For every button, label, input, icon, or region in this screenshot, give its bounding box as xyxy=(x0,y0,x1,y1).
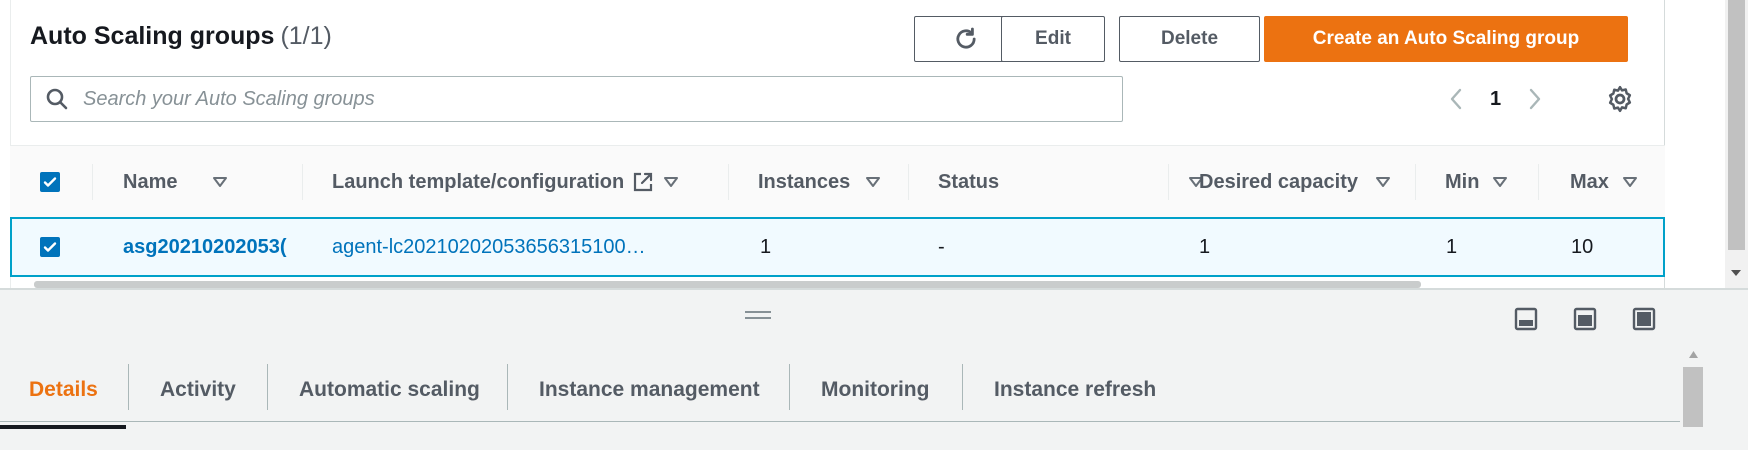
column-header-max[interactable]: Max xyxy=(1570,146,1637,218)
column-label: Status xyxy=(938,170,1000,193)
active-tab-indicator xyxy=(0,425,126,429)
column-label: Name xyxy=(123,170,178,193)
tab-separator xyxy=(267,364,268,410)
detail-tabs: Details Activity Automatic scaling Insta… xyxy=(0,358,1680,422)
tab-activity[interactable]: Activity xyxy=(160,358,236,422)
row-checkbox[interactable] xyxy=(40,219,60,275)
external-link-icon xyxy=(634,172,653,192)
caret-down-icon xyxy=(1622,177,1637,187)
column-separator xyxy=(92,164,93,200)
edit-button[interactable]: Edit xyxy=(1001,16,1105,62)
pagination: 1 xyxy=(1444,84,1547,114)
page-title: Auto Scaling groups (1/1) xyxy=(30,22,332,51)
delete-button[interactable]: Delete xyxy=(1119,16,1260,62)
split-panel: Details Activity Automatic scaling Insta… xyxy=(0,290,1748,450)
column-label: Desired capacity xyxy=(1199,170,1358,193)
split-panel-scrollbar-thumb[interactable] xyxy=(1683,367,1703,427)
table-row[interactable]: asg20210202053( agent-lc2021020205365631… xyxy=(10,217,1665,277)
column-label: Instances xyxy=(758,170,851,193)
column-label: Launch template/configuration xyxy=(332,170,625,193)
tab-monitoring[interactable]: Monitoring xyxy=(821,358,929,422)
caret-down-icon xyxy=(866,177,881,187)
column-separator xyxy=(728,164,729,200)
caret-down-icon xyxy=(213,177,228,187)
checkbox-checked-icon xyxy=(40,172,60,192)
status-cell: - xyxy=(938,235,945,258)
scroll-down-arrow-icon[interactable] xyxy=(1730,268,1742,278)
create-auto-scaling-group-button[interactable]: Create an Auto Scaling group xyxy=(1264,16,1628,62)
drag-handle-icon[interactable] xyxy=(744,310,772,320)
column-separator xyxy=(908,164,909,200)
tab-instance-refresh[interactable]: Instance refresh xyxy=(994,358,1156,422)
tab-separator xyxy=(789,364,790,410)
top-panel: Auto Scaling groups (1/1) Edit Delete Cre… xyxy=(0,0,1748,290)
next-page-button[interactable] xyxy=(1523,84,1547,114)
title-text: Auto Scaling groups xyxy=(30,22,275,50)
panel-bottom-icon[interactable] xyxy=(1514,307,1538,331)
table-header: Name Launch template/configuration Insta… xyxy=(10,145,1665,217)
chevron-left-icon xyxy=(1450,88,1462,110)
caret-down-icon xyxy=(1493,177,1508,187)
launch-configuration-link[interactable]: agent-lc20210202053656315100… xyxy=(332,219,712,275)
checkbox-checked-icon xyxy=(40,237,60,257)
tab-automatic-scaling[interactable]: Automatic scaling xyxy=(299,358,480,422)
table-horizontal-scrollbar[interactable] xyxy=(34,281,1421,288)
column-header-desired-capacity[interactable]: Desired capacity xyxy=(1199,146,1390,218)
caret-down-icon xyxy=(664,177,679,187)
column-header-instances[interactable]: Instances xyxy=(758,146,881,218)
panel-side-icon[interactable] xyxy=(1573,307,1597,331)
select-all-checkbox[interactable] xyxy=(40,146,60,218)
search-input[interactable] xyxy=(83,87,983,111)
column-separator xyxy=(1415,164,1416,200)
scroll-up-arrow-icon[interactable] xyxy=(1688,350,1699,359)
tab-separator xyxy=(128,364,129,410)
instances-cell: 1 xyxy=(760,235,772,258)
caret-down-icon xyxy=(1375,177,1390,187)
tab-separator xyxy=(507,364,508,410)
search-box xyxy=(30,76,1123,122)
refresh-icon xyxy=(955,27,976,49)
column-header-status[interactable]: Status xyxy=(938,146,1204,218)
asg-name-link[interactable]: asg20210202053( xyxy=(123,219,300,275)
tab-separator xyxy=(962,364,963,410)
column-header-launch-template[interactable]: Launch template/configuration xyxy=(332,146,679,218)
column-header-min[interactable]: Min xyxy=(1445,146,1508,218)
column-separator xyxy=(1168,164,1169,200)
gear-icon[interactable] xyxy=(1605,84,1635,114)
panel-full-icon[interactable] xyxy=(1632,307,1656,331)
chevron-right-icon xyxy=(1529,88,1541,110)
tab-details[interactable]: Details xyxy=(29,358,98,422)
tab-instance-management[interactable]: Instance management xyxy=(539,358,760,422)
selection-count: (1/1) xyxy=(280,22,332,50)
column-label: Min xyxy=(1445,170,1480,193)
column-separator xyxy=(1538,164,1539,200)
min-cell: 1 xyxy=(1446,235,1458,258)
previous-page-button[interactable] xyxy=(1444,84,1468,114)
column-label: Max xyxy=(1570,170,1609,193)
current-page[interactable]: 1 xyxy=(1490,88,1501,111)
column-header-name[interactable]: Name xyxy=(123,146,228,218)
page-vertical-scrollbar-thumb[interactable] xyxy=(1728,0,1745,250)
desired-capacity-cell: 1 xyxy=(1199,235,1211,258)
column-separator xyxy=(302,164,303,200)
max-cell: 10 xyxy=(1571,235,1594,258)
search-icon xyxy=(46,88,68,110)
